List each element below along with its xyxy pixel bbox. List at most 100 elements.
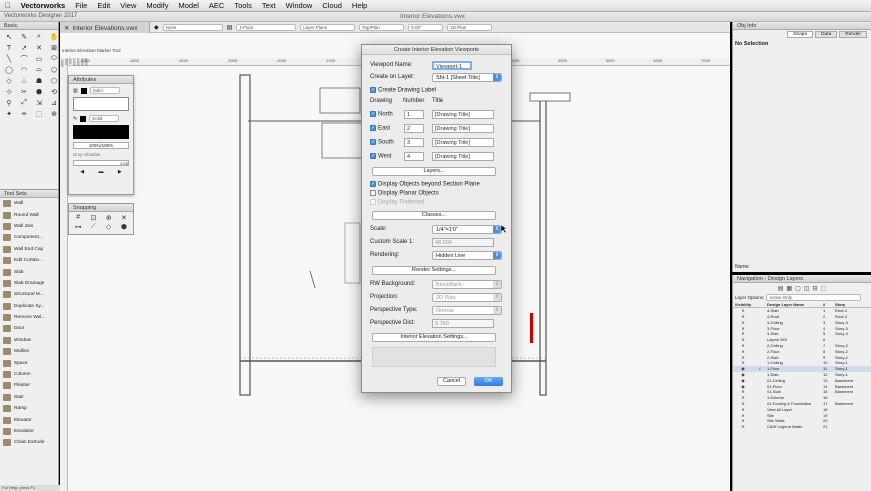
basic-tool-icon[interactable]: ⬚ xyxy=(32,109,46,119)
layer-options-dropdown[interactable]: Active Only xyxy=(766,294,862,301)
tool-set-item[interactable]: Duplicate Sy... xyxy=(0,301,58,312)
line-weight-field[interactable]: 0.05 xyxy=(73,160,129,166)
basic-tool-icon[interactable]: ✦ xyxy=(2,109,16,119)
create-on-layer-select[interactable]: Sht-1 [Sheet Title] ⇕ xyxy=(432,73,502,82)
snap-tangent-icon[interactable]: ⟋ xyxy=(86,223,100,231)
north-number-input[interactable]: 1 xyxy=(404,110,424,119)
visibility-hidden-icon[interactable]: ✕ xyxy=(733,401,753,406)
view-dropdown[interactable]: Top/Plan xyxy=(359,23,405,31)
basic-tool-icon[interactable]: ⌯ xyxy=(17,109,31,119)
basic-tool-icon[interactable]: ⬭ xyxy=(47,54,61,64)
close-icon[interactable]: ✕ xyxy=(64,25,69,32)
render-dropdown[interactable]: 2D Plan xyxy=(447,23,493,31)
basic-tool-icon[interactable]: ⌂ xyxy=(17,76,31,86)
visibility-eye-icon[interactable]: ✕ xyxy=(733,314,753,319)
visibility-hidden-icon[interactable]: ✕ xyxy=(733,349,753,354)
menu-tools[interactable]: Tools xyxy=(229,1,257,10)
visibility-hidden-icon[interactable]: ✕ xyxy=(733,395,753,400)
layers-button[interactable]: Layers... xyxy=(372,167,496,176)
nav-refs-icon[interactable]: ⊟ xyxy=(812,285,817,292)
nav-symbols-icon[interactable]: ⬚ xyxy=(821,285,827,292)
tool-set-item[interactable]: Remove Wal... xyxy=(0,312,58,323)
tool-set-item[interactable]: Door xyxy=(0,323,58,334)
basic-tool-icon[interactable]: ⌓ xyxy=(32,65,46,75)
visibility-hidden-icon[interactable]: ◉ xyxy=(733,384,753,389)
east-checkbox[interactable]: ✓ East xyxy=(370,125,390,132)
basic-tool-icon[interactable]: ◯ xyxy=(2,65,16,75)
south-title-input[interactable]: [Drawing Title] xyxy=(432,138,494,147)
tool-set-item[interactable]: Pilaster xyxy=(0,380,58,391)
visibility-hidden-icon[interactable]: ◉ xyxy=(733,378,753,383)
marker-icon[interactable]: ▬ xyxy=(98,169,103,175)
menu-text[interactable]: Text xyxy=(257,1,281,10)
basic-tool-icon[interactable]: ⚲ xyxy=(2,98,16,108)
tool-set-item[interactable]: Mullion xyxy=(0,346,58,357)
tab-shape[interactable]: Shape xyxy=(787,31,814,38)
tool-set-item[interactable]: Slab xyxy=(0,266,58,277)
apple-menu[interactable]:  xyxy=(0,1,16,10)
basic-tool-icon[interactable]: ⬠ xyxy=(47,65,61,75)
basic-tool-icon[interactable]: ✋ xyxy=(47,32,61,42)
visibility-eye-icon[interactable]: ✕ xyxy=(733,331,753,336)
basic-tool-icon[interactable]: ✂ xyxy=(17,87,31,97)
nav-sheets-icon[interactable]: ▢ xyxy=(795,285,801,292)
east-number-input[interactable]: 2 xyxy=(404,124,424,133)
menu-edit[interactable]: Edit xyxy=(92,1,115,10)
menu-cloud[interactable]: Cloud xyxy=(317,1,347,10)
nav-classes-icon[interactable]: ▤ xyxy=(778,285,784,292)
basic-tool-icon[interactable]: ⤢ xyxy=(17,98,31,108)
tool-set-item[interactable]: Column xyxy=(0,369,58,380)
visibility-hidden-icon[interactable]: ✕ xyxy=(733,389,753,394)
fill-color-swatch[interactable] xyxy=(73,97,129,111)
class-dropdown[interactable]: None xyxy=(162,23,223,31)
basic-tool-icon[interactable]: ⊹ xyxy=(2,87,16,97)
table-row[interactable]: ✕ C&W Legend Water 21 xyxy=(733,424,871,430)
cancel-button[interactable]: Cancel xyxy=(437,377,466,386)
tab-data[interactable]: Data xyxy=(815,31,838,38)
visibility-hidden-icon[interactable]: ✕ xyxy=(733,407,753,412)
basic-tool-icon[interactable]: ⌒ xyxy=(17,54,31,64)
tool-set-item[interactable]: Window xyxy=(0,335,58,346)
classes-button[interactable]: Classes... xyxy=(372,211,496,220)
zoom-field[interactable]: 0.00° xyxy=(408,23,444,31)
menu-file[interactable]: File xyxy=(70,1,92,10)
basic-tool-icon[interactable]: ⊠ xyxy=(47,43,61,53)
tool-set-item[interactable]: Chain Extrude xyxy=(0,437,58,448)
visibility-hidden-icon[interactable]: ✕ xyxy=(733,337,753,342)
menu-modify[interactable]: Modify xyxy=(141,1,173,10)
basic-tool-icon[interactable]: ⊕ xyxy=(47,109,61,119)
snap-angle-icon[interactable]: ⊕ xyxy=(102,214,116,222)
menu-view[interactable]: View xyxy=(115,1,141,10)
menu-window[interactable]: Window xyxy=(281,1,318,10)
visibility-eye-icon[interactable]: ✕ xyxy=(733,326,753,331)
document-tab[interactable]: ✕ Interior Elevations.vwx xyxy=(60,22,150,33)
basic-tool-icon[interactable]: ✎ xyxy=(17,32,31,42)
layer-dropdown[interactable]: 1-Floor xyxy=(236,23,297,31)
scale-select[interactable]: 1/4"=1'0" ⇕ xyxy=(432,225,502,234)
west-checkbox[interactable]: ✓ West xyxy=(370,153,392,160)
basic-tool-icon[interactable]: ▭ xyxy=(32,54,46,64)
snap-distance-icon[interactable]: ⊶ xyxy=(71,223,85,231)
tool-set-item[interactable]: Wall xyxy=(0,198,58,209)
visibility-hidden-icon[interactable]: ✕ xyxy=(733,418,753,423)
tool-set-item[interactable]: Stair xyxy=(0,392,58,403)
snap-object-icon[interactable]: ⊡ xyxy=(86,214,100,222)
tool-set-item[interactable]: Component... xyxy=(0,232,58,243)
basic-tool-icon[interactable]: T xyxy=(2,43,16,53)
render-settings-button[interactable]: Render Settings... xyxy=(372,266,496,275)
tab-render[interactable]: Render xyxy=(839,31,867,38)
tool-set-item[interactable]: Space xyxy=(0,357,58,368)
menu-help[interactable]: Help xyxy=(347,1,372,10)
basic-tool-icon[interactable]: ↗ xyxy=(17,43,31,53)
tool-set-item[interactable]: Wall Join xyxy=(0,221,58,232)
create-drawing-label-checkbox[interactable]: ✓ Create Drawing Label xyxy=(370,87,436,94)
east-title-input[interactable]: [Drawing Title] xyxy=(432,124,494,133)
tool-set-item[interactable]: Slab Drainage xyxy=(0,278,58,289)
basic-tool-icon[interactable]: ⌕ xyxy=(32,32,46,42)
ok-button[interactable]: OK xyxy=(474,377,503,386)
tool-set-item[interactable]: Escalator xyxy=(0,426,58,437)
basic-tool-icon[interactable]: ◇ xyxy=(2,76,16,86)
pen-style-dropdown[interactable]: Solid xyxy=(89,115,120,122)
tool-set-item[interactable]: Ramp xyxy=(0,403,58,414)
snap-point-icon[interactable]: ◇ xyxy=(102,223,116,231)
